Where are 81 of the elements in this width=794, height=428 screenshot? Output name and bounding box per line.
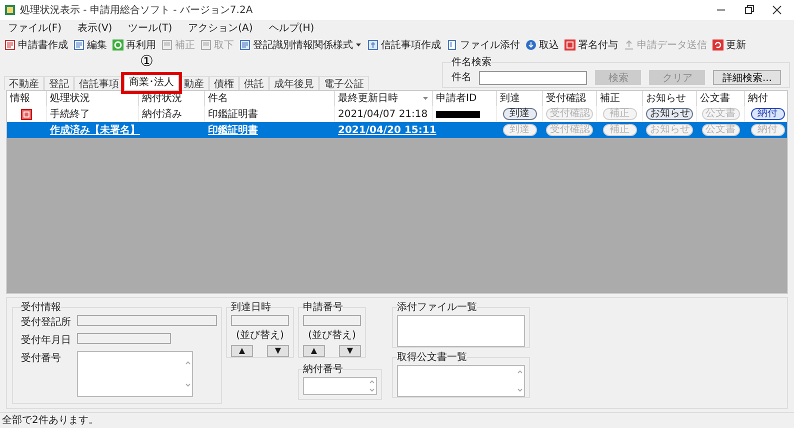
- app-icon: [4, 4, 16, 16]
- tab[interactable]: 信託事項: [74, 76, 124, 90]
- group-label: 受付情報: [21, 300, 61, 315]
- table-cell-text: 印鑑証明書: [208, 108, 258, 122]
- tab[interactable]: 債権: [209, 76, 239, 90]
- spin-arrows-icon: [369, 379, 375, 393]
- toolbar-button[interactable]: 登記識別情報関係様式: [239, 38, 362, 52]
- field-label: 受付年月日: [21, 334, 72, 348]
- down-button[interactable]: ▼: [339, 345, 361, 357]
- highlight-frame: [121, 72, 182, 94]
- field-label: 受付番号: [21, 352, 62, 366]
- list-box[interactable]: [397, 365, 525, 397]
- menu-item[interactable]: 表示(V): [78, 20, 112, 36]
- sort-caret-icon: [422, 96, 429, 101]
- document-icon: [239, 39, 251, 51]
- document-icon: [200, 39, 212, 51]
- row-button[interactable]: 納付: [750, 108, 784, 120]
- tab[interactable]: 成年後見: [269, 76, 319, 90]
- sort-label: (並び替え): [308, 328, 356, 343]
- sort-label: (並び替え): [236, 328, 284, 343]
- tab[interactable]: 不動産: [4, 76, 44, 90]
- search-button[interactable]: 詳細検索...: [713, 70, 781, 85]
- table-cell-text: 納付済み: [142, 108, 182, 122]
- upload-icon: [623, 39, 635, 51]
- document-icon: [367, 39, 379, 51]
- import-icon: [525, 39, 537, 51]
- search-field[interactable]: [479, 70, 588, 84]
- group-label: 取得公文書一覧: [397, 350, 467, 365]
- table-cell-text: 手続終了: [50, 108, 90, 122]
- menu-item[interactable]: ヘルプ(H): [268, 20, 314, 36]
- table-cell-text: 作成済み【未署名】: [50, 123, 140, 138]
- table-cell-text: 印鑑証明書: [208, 124, 258, 138]
- toolbar-button[interactable]: 取込: [525, 38, 559, 52]
- menu-item[interactable]: ファイル(F): [8, 20, 62, 36]
- toolbar-button[interactable]: 署名付与: [564, 38, 618, 52]
- tab[interactable]: 商業･法人: [124, 74, 179, 90]
- menu-item[interactable]: アクション(A): [188, 20, 253, 36]
- input-field[interactable]: [303, 377, 377, 395]
- group-label: 申請番号: [303, 300, 343, 315]
- scroll-arrows-icon: [185, 359, 191, 389]
- scroll-arrows-icon: [517, 368, 523, 394]
- field-label: 件名: [451, 71, 472, 85]
- group-label: 件名検索: [451, 56, 492, 70]
- down-button[interactable]: ▼: [267, 345, 289, 357]
- group-label: 納付番号: [303, 362, 343, 377]
- caret-icon: [355, 42, 362, 48]
- tab[interactable]: 供託: [239, 76, 269, 90]
- input-field[interactable]: [231, 315, 289, 326]
- field-label: 受付登記所: [21, 316, 72, 330]
- list-box[interactable]: [397, 315, 525, 347]
- row-button[interactable]: 到達: [502, 108, 536, 120]
- group-label: 添付ファイル一覧: [397, 301, 477, 315]
- table-cell-text: 2021/04/20 15:11: [338, 124, 436, 138]
- input-field[interactable]: [77, 315, 217, 326]
- document-icon: [161, 39, 173, 51]
- toolbar-button[interactable]: 再利用: [112, 38, 156, 52]
- annotation-number: ①: [140, 53, 154, 70]
- tab[interactable]: 動産: [179, 76, 209, 90]
- up-button[interactable]: ▲: [303, 345, 325, 357]
- row-button[interactable]: お知らせ: [646, 108, 693, 120]
- toolbar-button[interactable]: 申請書作成: [4, 38, 68, 52]
- up-button[interactable]: ▲: [231, 345, 253, 357]
- maximize-icon: [744, 5, 754, 15]
- document-icon: [73, 39, 85, 51]
- toolbar-button[interactable]: 編集: [73, 38, 107, 52]
- document-icon: [4, 39, 16, 51]
- input-field[interactable]: [77, 333, 171, 344]
- menu-item[interactable]: ツール(T): [128, 20, 172, 36]
- text-area[interactable]: [77, 351, 193, 397]
- window-title: 処理状況表示 - 申請用総合ソフト - バージョン7.2A: [20, 4, 254, 18]
- toolbar-button[interactable]: ファイル添付: [446, 38, 520, 52]
- status-text: 全部で2件あります。: [2, 414, 98, 428]
- group-label: 到達日時: [231, 300, 271, 315]
- toolbar-button[interactable]: 信託事項作成: [367, 38, 441, 52]
- tab[interactable]: 登記: [44, 76, 74, 90]
- close-icon: [772, 5, 782, 15]
- input-field[interactable]: [303, 315, 361, 326]
- table-cell-text: 2021/04/07 21:18: [338, 108, 428, 122]
- tab[interactable]: 電子公証: [319, 76, 369, 90]
- toolbar-button[interactable]: 更新: [712, 38, 746, 52]
- refresh-icon: [712, 39, 724, 51]
